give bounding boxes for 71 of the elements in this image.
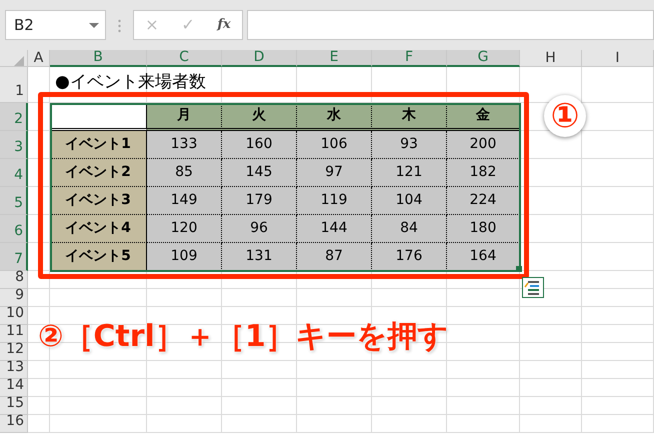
insert-function-button[interactable]: fx xyxy=(217,15,231,35)
row-header[interactable]: 10 xyxy=(0,307,28,325)
row-label-cell: イベント3 xyxy=(50,187,147,215)
row-label-cell: イベント4 xyxy=(50,215,147,243)
formula-input[interactable] xyxy=(247,10,654,40)
row-header[interactable]: 13 xyxy=(0,361,28,379)
column-header[interactable]: C xyxy=(147,50,222,67)
row-header[interactable]: 7 xyxy=(0,243,28,271)
sheet-title: ●イベント来場者数 xyxy=(54,71,207,94)
table-cell: 133 xyxy=(147,131,222,159)
row-header[interactable]: 9 xyxy=(0,289,28,307)
column-header[interactable]: F xyxy=(372,50,447,67)
name-box[interactable]: B2 xyxy=(5,10,106,40)
table-cell: 106 xyxy=(297,131,372,159)
row-header[interactable]: 15 xyxy=(0,397,28,415)
column-header[interactable]: B xyxy=(50,50,147,67)
row-label-cell: イベント1 xyxy=(50,131,147,159)
table-cell: 96 xyxy=(222,215,297,243)
row-header[interactable]: 11 xyxy=(0,325,28,343)
table-cell: 97 xyxy=(297,159,372,187)
row-header[interactable]: 1 xyxy=(0,67,28,103)
table-cell: 85 xyxy=(147,159,222,187)
quick-analysis-icon[interactable] xyxy=(522,277,544,298)
table-header-cell: 水 xyxy=(297,103,372,131)
table-cell: 104 xyxy=(372,187,447,215)
table-header-cell: 金 xyxy=(447,103,520,131)
table-cell: 176 xyxy=(372,243,447,271)
table-cell: 120 xyxy=(147,215,222,243)
row-header[interactable]: 8 xyxy=(0,271,28,289)
table-header-cell: 木 xyxy=(372,103,447,131)
row-header[interactable]: 5 xyxy=(0,187,28,215)
table-header-cell: 火 xyxy=(222,103,297,131)
instruction-text: ②［Ctrl］＋［1］キーを押す xyxy=(38,318,449,356)
column-header[interactable]: I xyxy=(582,50,654,67)
table-header-cell: 月 xyxy=(147,103,222,131)
table-cell: 93 xyxy=(372,131,447,159)
table-cell: 200 xyxy=(447,131,520,159)
row-label-cell: イベント5 xyxy=(50,243,147,271)
column-header[interactable]: A xyxy=(28,50,50,67)
table-cell: 149 xyxy=(147,187,222,215)
column-header[interactable]: E xyxy=(297,50,372,67)
row-header[interactable]: 4 xyxy=(0,159,28,187)
table-cell: 84 xyxy=(372,215,447,243)
column-header[interactable]: D xyxy=(222,50,297,67)
table-cell: 160 xyxy=(222,131,297,159)
caret-icon[interactable] xyxy=(89,22,99,28)
table-cell: 121 xyxy=(372,159,447,187)
table-cell: 180 xyxy=(447,215,520,243)
table-cell: 87 xyxy=(297,243,372,271)
table-cell: 131 xyxy=(222,243,297,271)
table-cell: 179 xyxy=(222,187,297,215)
row-header[interactable]: 6 xyxy=(0,215,28,243)
column-header[interactable]: H xyxy=(520,50,582,67)
column-header[interactable]: G xyxy=(447,50,520,67)
row-header[interactable]: 14 xyxy=(0,379,28,397)
table-cell: 164 xyxy=(447,243,520,271)
table-cell: 145 xyxy=(222,159,297,187)
table-cell: 182 xyxy=(447,159,520,187)
row-header[interactable]: 16 xyxy=(0,415,28,433)
grip-icon xyxy=(118,17,121,33)
triangle-icon[interactable] xyxy=(14,56,24,66)
table-cell: 119 xyxy=(297,187,372,215)
row-header[interactable]: 2 xyxy=(0,103,28,131)
row-label-cell: イベント2 xyxy=(50,159,147,187)
row-header[interactable]: 12 xyxy=(0,343,28,361)
fill-handle[interactable] xyxy=(516,266,522,272)
select-all-button[interactable] xyxy=(0,50,28,67)
row-header[interactable]: 3 xyxy=(0,131,28,159)
table-cell: 224 xyxy=(447,187,520,215)
table-cell: 109 xyxy=(147,243,222,271)
table-cell: 144 xyxy=(297,215,372,243)
